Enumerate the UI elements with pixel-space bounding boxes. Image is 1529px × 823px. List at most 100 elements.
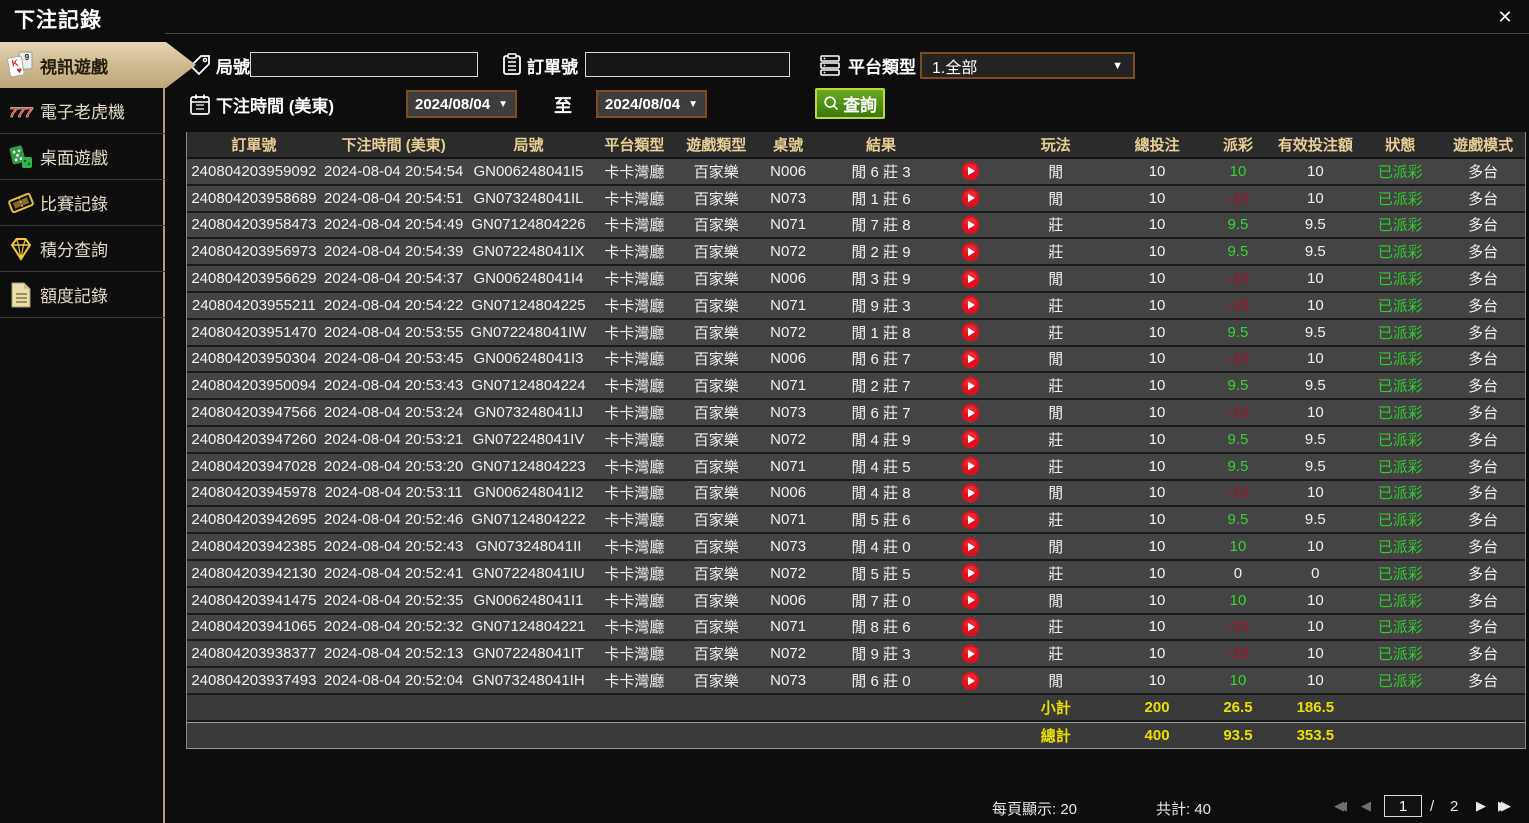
last-page-icon[interactable]: ▶▶ [1498, 798, 1510, 814]
sidebar-item-1[interactable]: 9 K ♥ 視訊遊戲 [0, 42, 196, 88]
play-icon[interactable] [961, 161, 980, 181]
cell-game: 百家樂 [693, 592, 739, 610]
play-video-button[interactable] [940, 403, 1002, 423]
cell-time: 2024-08-04 20:52:13 [324, 645, 464, 663]
play-icon[interactable] [961, 215, 980, 235]
sidebar-item-6[interactable]: 額度記錄 [0, 272, 165, 318]
cell-status: 已派彩 [1377, 485, 1423, 503]
column-header: 桌號 [773, 137, 804, 154]
cell-round: GN072248041IW [470, 323, 587, 341]
table-row: 240804203937493 2024-08-04 20:52:04 GN0732… [187, 668, 1525, 695]
cell-status: 已派彩 [1377, 565, 1423, 583]
cell-result: 閒 1 莊 8 [851, 324, 911, 342]
play-icon[interactable] [961, 563, 980, 583]
sidebar-item-3[interactable]: 桌面遊戲 [0, 134, 165, 180]
cell-mode: 多台 [1468, 324, 1499, 342]
sidebar-item-label: 電子老虎機 [40, 103, 125, 122]
play-video-button[interactable] [940, 671, 1002, 691]
cell-platform: 卡卡灣廳 [604, 565, 665, 583]
cell-payout: 9.5 [1227, 243, 1249, 261]
play-video-button[interactable] [940, 483, 1002, 503]
column-header: 結果 [865, 137, 896, 154]
cell-total: 10 [1148, 645, 1166, 663]
play-icon[interactable] [961, 349, 980, 369]
play-icon[interactable] [961, 617, 980, 637]
cell-order: 240804203950304 [191, 350, 317, 368]
sidebar-item-4[interactable]: 比賽記錄 [0, 180, 165, 226]
play-icon[interactable] [961, 269, 980, 289]
play-video-button[interactable] [940, 295, 1002, 315]
cell-result: 閒 3 莊 9 [851, 271, 911, 289]
play-video-button[interactable] [940, 215, 1002, 235]
play-icon[interactable] [961, 429, 980, 449]
play-icon[interactable] [961, 671, 980, 691]
cell-method: 莊 [1048, 646, 1064, 664]
play-video-button[interactable] [940, 617, 1002, 637]
cell-time: 2024-08-04 20:54:54 [324, 162, 464, 180]
current-page-input[interactable]: 1 [1384, 795, 1422, 817]
order-no-input[interactable] [585, 52, 790, 77]
play-icon[interactable] [961, 483, 980, 503]
sidebar-item-2[interactable]: 777 電子老虎機 [0, 88, 165, 134]
cell-round: GN072248041IU [472, 564, 585, 582]
play-icon[interactable] [961, 590, 980, 610]
cell-round: GN072248041IV [472, 430, 585, 448]
play-icon[interactable] [961, 376, 980, 396]
cell-result: 閒 7 莊 0 [851, 592, 911, 610]
play-icon[interactable] [961, 295, 980, 315]
play-video-button[interactable] [940, 269, 1002, 289]
round-no-input[interactable] [250, 52, 478, 77]
round-no-label: 局號 [216, 58, 250, 77]
cell-platform: 卡卡灣廳 [604, 458, 665, 476]
play-video-button[interactable] [940, 510, 1002, 530]
play-video-button[interactable] [940, 188, 1002, 208]
play-icon[interactable] [961, 242, 980, 262]
column-header: 遊戲類型 [686, 137, 747, 154]
cell-time: 2024-08-04 20:53:55 [324, 323, 464, 341]
play-video-button[interactable] [940, 349, 1002, 369]
cell-valid: 9.5 [1304, 457, 1326, 475]
chevron-down-icon: ▼ [498, 98, 508, 110]
play-icon[interactable] [961, 644, 980, 664]
sidebar-item-label: 桌面遊戲 [40, 149, 108, 168]
sidebar-item-label: 積分查詢 [40, 241, 108, 260]
platform-type-select[interactable]: 1.全部 ▼ [920, 52, 1135, 79]
first-page-icon[interactable]: ◀◀ [1334, 798, 1346, 814]
play-video-button[interactable] [940, 161, 1002, 181]
cell-status: 已派彩 [1377, 405, 1423, 423]
play-video-button[interactable] [940, 590, 1002, 610]
play-icon[interactable] [961, 456, 980, 476]
play-video-button[interactable] [940, 429, 1002, 449]
cell-time: 2024-08-04 20:53:43 [324, 377, 464, 395]
cell-total: 10 [1148, 377, 1166, 395]
cell-order: 240804203956629 [191, 270, 317, 288]
sidebar-item-label: 比賽記錄 [40, 195, 108, 214]
date-from-picker[interactable]: 2024/08/04 ▼ [406, 90, 517, 118]
play-video-button[interactable] [940, 644, 1002, 664]
cell-method: 閒 [1048, 190, 1064, 208]
cell-round: GN073248041IJ [473, 404, 584, 422]
cell-total: 10 [1148, 404, 1166, 422]
play-video-button[interactable] [940, 242, 1002, 262]
cell-platform: 卡卡灣廳 [604, 163, 665, 181]
search-button[interactable]: 查詢 [815, 88, 885, 119]
cell-order: 240804203942695 [191, 511, 317, 529]
play-icon[interactable] [961, 537, 980, 557]
cell-mode: 多台 [1468, 646, 1499, 664]
cell-game: 百家樂 [693, 458, 739, 476]
bet-records-table: 訂單號 下注時間 (美東) 局號 平台類型 遊戲類型 桌號 結果 玩法 總投注 派彩 有效投注額 狀態… [186, 132, 1526, 749]
close-icon[interactable]: ✕ [1493, 6, 1517, 28]
sidebar-item-5[interactable]: 積分查詢 [0, 226, 165, 272]
play-video-button[interactable] [940, 537, 1002, 557]
play-video-button[interactable] [940, 322, 1002, 342]
date-to-picker[interactable]: 2024/08/04 ▼ [596, 90, 707, 118]
play-icon[interactable] [961, 322, 980, 342]
date-to-label: 至 [554, 96, 572, 116]
play-icon[interactable] [961, 510, 980, 530]
cell-result: 閒 4 莊 8 [851, 485, 911, 503]
play-icon[interactable] [961, 188, 980, 208]
play-icon[interactable] [961, 403, 980, 423]
play-video-button[interactable] [940, 456, 1002, 476]
play-video-button[interactable] [940, 376, 1002, 396]
play-video-button[interactable] [940, 563, 1002, 583]
